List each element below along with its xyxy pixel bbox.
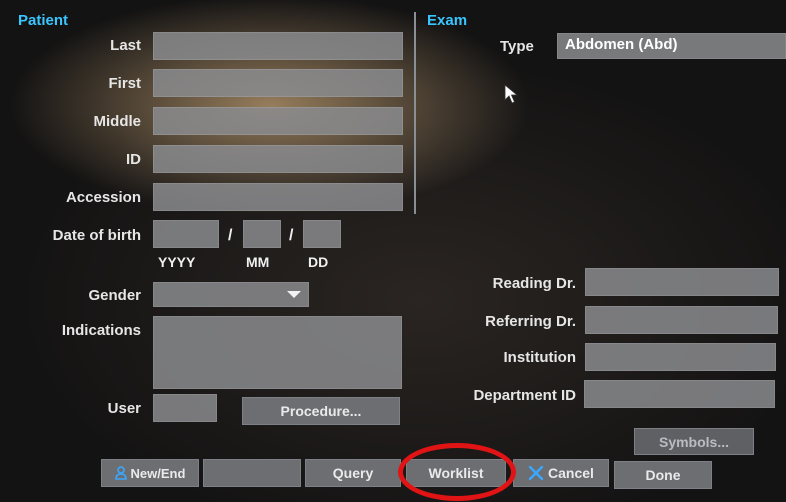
patient-id-input[interactable] bbox=[153, 145, 403, 173]
done-button[interactable]: Done bbox=[614, 461, 712, 489]
new-end-button-label: New/End bbox=[130, 465, 186, 481]
section-divider bbox=[414, 12, 416, 214]
patient-exam-screen: Patient Last First Middle ID Accession D… bbox=[0, 0, 786, 502]
user-label: User bbox=[107, 400, 141, 417]
dob-month-hint: MM bbox=[246, 254, 270, 270]
cancel-button-label: Cancel bbox=[548, 465, 594, 481]
reading-dr-input[interactable] bbox=[585, 268, 779, 296]
id-label: ID bbox=[126, 151, 141, 168]
dob-month-input[interactable] bbox=[243, 220, 281, 248]
worklist-highlight-circle bbox=[398, 443, 516, 501]
middle-name-label: Middle bbox=[93, 113, 142, 130]
symbols-button[interactable]: Symbols... bbox=[634, 428, 754, 455]
dob-day-input[interactable] bbox=[303, 220, 341, 248]
last-name-input[interactable] bbox=[153, 32, 403, 60]
patient-section-title: Patient bbox=[18, 12, 69, 29]
middle-name-input[interactable] bbox=[153, 107, 403, 135]
first-name-input[interactable] bbox=[153, 69, 403, 97]
referring-dr-input[interactable] bbox=[585, 306, 778, 334]
chevron-down-icon[interactable] bbox=[287, 291, 301, 298]
dob-separator: / bbox=[228, 227, 233, 244]
gender-select[interactable] bbox=[153, 282, 309, 307]
accession-input[interactable] bbox=[153, 183, 403, 211]
gender-label: Gender bbox=[88, 287, 141, 304]
dob-day-hint: DD bbox=[308, 254, 329, 270]
exam-type-value: Abdomen (Abd) bbox=[565, 36, 678, 53]
dob-year-hint: YYYY bbox=[158, 254, 196, 270]
dob-separator: / bbox=[289, 227, 294, 244]
reading-dr-label: Reading Dr. bbox=[492, 275, 576, 292]
department-id-label: Department ID bbox=[473, 387, 576, 404]
exam-type-label: Type bbox=[500, 38, 534, 55]
last-name-label: Last bbox=[110, 37, 141, 54]
blank-footer-button[interactable] bbox=[203, 459, 301, 487]
indications-label: Indications bbox=[61, 322, 141, 339]
new-end-button[interactable]: New/End bbox=[101, 459, 199, 487]
dob-year-input[interactable] bbox=[153, 220, 219, 248]
query-button[interactable]: Query bbox=[305, 459, 401, 487]
accession-label: Accession bbox=[65, 189, 141, 206]
mouse-pointer-icon bbox=[504, 84, 518, 104]
institution-label: Institution bbox=[503, 349, 576, 366]
department-id-input[interactable] bbox=[584, 380, 775, 408]
institution-input[interactable] bbox=[585, 343, 776, 371]
indications-textarea[interactable] bbox=[153, 316, 402, 389]
user-icon bbox=[114, 466, 127, 480]
exam-section-title: Exam bbox=[427, 12, 468, 29]
first-name-label: First bbox=[108, 75, 141, 92]
procedure-button[interactable]: Procedure... bbox=[242, 397, 400, 425]
dob-label: Date of birth bbox=[52, 227, 141, 244]
user-input[interactable] bbox=[153, 394, 217, 422]
cancel-button[interactable]: Cancel bbox=[513, 459, 609, 487]
cancel-x-icon bbox=[528, 465, 544, 481]
referring-dr-label: Referring Dr. bbox=[485, 313, 576, 330]
